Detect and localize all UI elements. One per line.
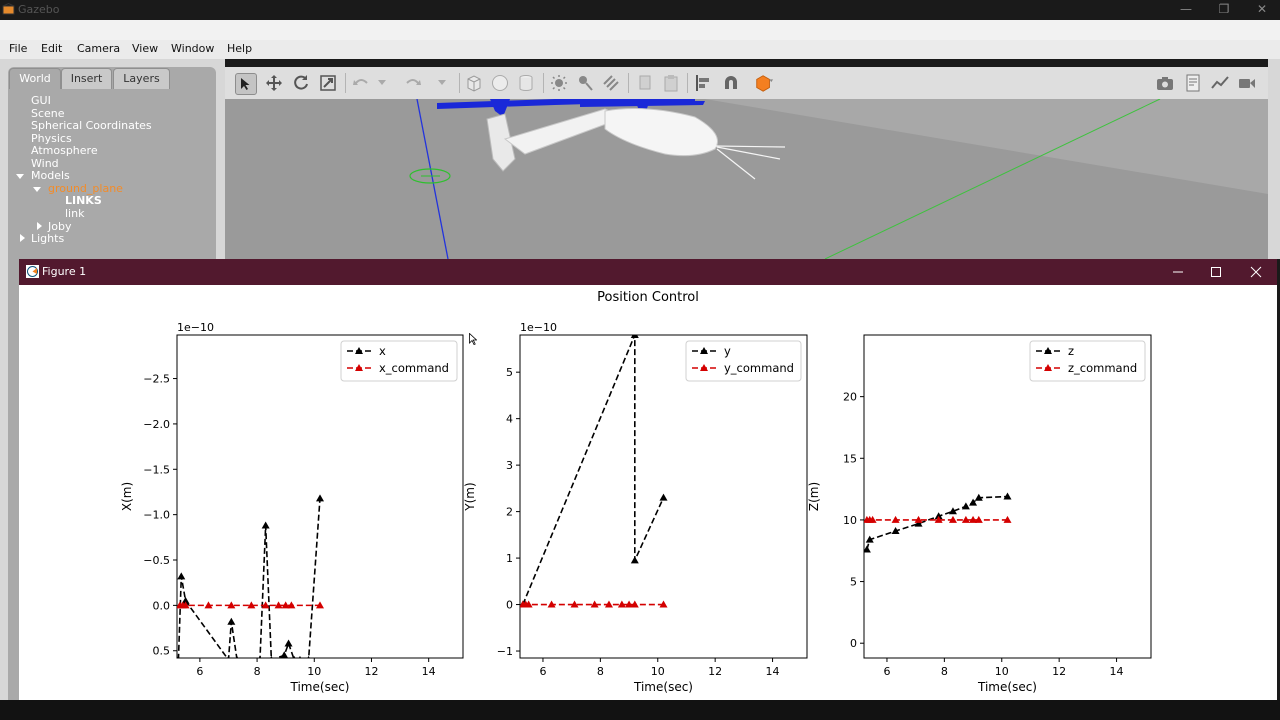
y-tick-label: −1.0 [143, 509, 170, 522]
y-tick-label: 0 [506, 599, 513, 612]
plot-0: 6 8 10 12 14 −2.5 −2.0 −1.5 −1.0 −0.5 0.0 0.5 Time(s… [120, 321, 464, 694]
y-tick-label: 1 [506, 552, 513, 565]
data-point-x [227, 617, 236, 625]
y-tick-label: −0.5 [143, 554, 170, 567]
x-tick-label: 8 [254, 665, 261, 678]
x-tick-label: 14 [1110, 665, 1124, 678]
legend-label-x: x [379, 344, 386, 358]
data-point-x [177, 572, 186, 580]
y-tick-label: 0 [850, 637, 857, 650]
data-point-z [961, 502, 970, 510]
y-tick-label: 4 [506, 413, 513, 426]
y-tick-label: 0.5 [153, 645, 171, 658]
offset-label: 1e−10 [520, 321, 557, 334]
y-tick-label: 15 [843, 452, 857, 465]
data-point-x [284, 639, 293, 647]
position-control-plots: 6 8 10 12 14−2.5−2.0−1.5−1.0−0.50.00.5Time(s… [120, 321, 1152, 694]
series-line-x [177, 498, 321, 658]
data-point-x [227, 655, 230, 658]
y-tick-label: −2.5 [143, 373, 170, 386]
x-axis-label: Time(sec) [290, 680, 350, 694]
legend-label-y_command: y_command [724, 361, 794, 375]
plot-1: 6 8 10 12 14−1012345Time(sec)Y(m)1e−10yy_com… [463, 321, 808, 694]
data-point-x [293, 655, 296, 658]
data-point-x [270, 655, 273, 658]
y-axis-label: X(m) [120, 482, 134, 511]
data-point-x [307, 655, 310, 658]
x-tick-label: 6 [539, 665, 546, 678]
y-tick-label: 5 [850, 576, 857, 589]
legend-label-x_command: x_command [379, 361, 449, 375]
x-tick-label: 14 [422, 665, 436, 678]
y-tick-label: 2 [506, 506, 513, 519]
y-tick-label: 5 [506, 366, 513, 379]
y-tick-label: −1 [497, 645, 513, 658]
series-line-y [522, 335, 665, 605]
legend-label-z: z [1068, 344, 1074, 358]
y-tick-label: −1.5 [143, 463, 170, 476]
data-point-x [235, 655, 239, 658]
data-point-y [659, 493, 668, 501]
y-tick-label: 10 [843, 514, 857, 527]
data-point-x [316, 494, 324, 502]
x-tick-label: 8 [941, 665, 948, 678]
y-tick-label: 0.0 [153, 599, 171, 612]
x-tick-label: 10 [651, 665, 665, 678]
y-axis-label: Z(m) [807, 482, 821, 511]
data-point-x [280, 651, 289, 658]
x-tick-label: 10 [995, 665, 1009, 678]
offset-label: 1e−10 [177, 321, 214, 334]
x-tick-label: 12 [364, 665, 378, 678]
x-tick-label: 12 [1052, 665, 1066, 678]
y-tick-label: −2.0 [143, 418, 170, 431]
data-point-x [298, 655, 302, 658]
y-tick-label: 3 [506, 459, 513, 472]
x-tick-label: 10 [307, 665, 321, 678]
x-tick-label: 12 [708, 665, 722, 678]
series-line-z [866, 495, 1008, 550]
y-tick-label: 20 [843, 391, 857, 404]
legend-label-z_command: z_command [1068, 361, 1137, 375]
x-tick-label: 6 [883, 665, 890, 678]
x-tick-label: 14 [766, 665, 780, 678]
legend-label-y: y [724, 344, 731, 358]
x-tick-label: 6 [196, 665, 203, 678]
data-point-y [630, 556, 639, 564]
series-group [177, 494, 324, 658]
data-point-x [261, 521, 270, 529]
x-axis-label: Time(sec) [977, 680, 1037, 694]
mouse-cursor-icon [469, 333, 477, 345]
plot-2: 6 8 10 12 14 0 5 10 15 20 Time(sec) Z(m) z z_command [807, 334, 1152, 694]
series-group [520, 335, 668, 608]
data-point-x [177, 655, 180, 658]
x-tick-label: 8 [597, 665, 604, 678]
x-axis-label: Time(sec) [633, 680, 693, 694]
y-axis-label: Y(m) [463, 482, 477, 511]
series-group [864, 492, 1012, 553]
